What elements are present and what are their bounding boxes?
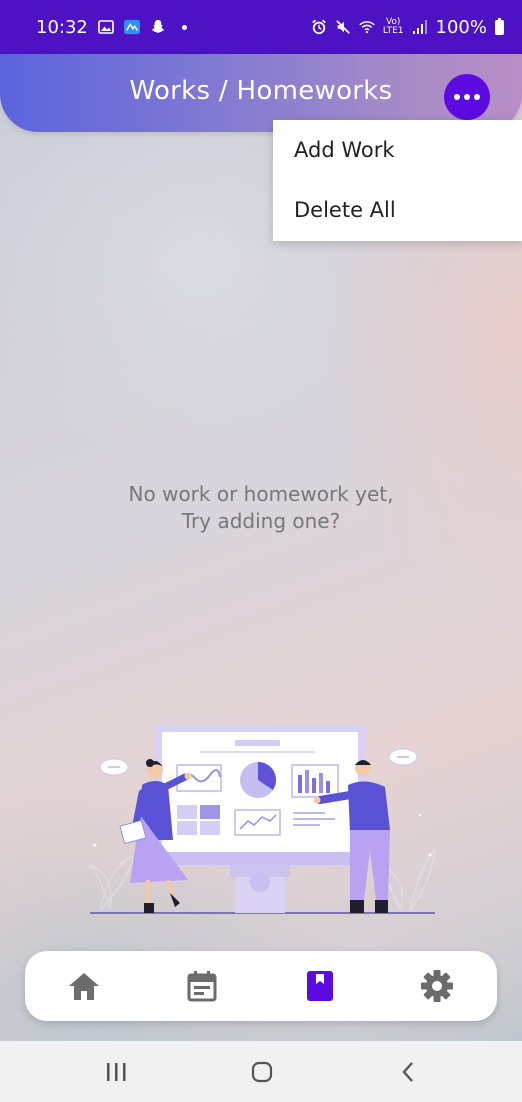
signal-icon (412, 19, 428, 35)
empty-state-line1: No work or homework yet, (128, 482, 394, 506)
nav-works[interactable] (302, 968, 338, 1004)
nav-home[interactable] (66, 968, 102, 1004)
settings-gear-icon (421, 970, 453, 1002)
alarm-icon (311, 19, 327, 35)
wifi-icon (359, 19, 375, 35)
back-button[interactable] (396, 1059, 420, 1085)
more-horizontal-icon (454, 94, 460, 100)
dot-icon (181, 24, 187, 30)
volte-lte1-icon: Vo) LTE1 (382, 17, 404, 36)
empty-state-message: No work or homework yet, Try adding one? (0, 481, 522, 535)
status-time: 10:32 (36, 16, 88, 38)
home-icon (69, 973, 99, 1000)
options-menu: Add Work Delete All (273, 120, 522, 241)
more-options-button[interactable] (444, 74, 490, 120)
nav-calendar[interactable] (184, 968, 220, 1004)
menu-item-add-work[interactable]: Add Work (273, 120, 522, 180)
presentation-illustration (89, 725, 437, 914)
recent-apps-icon (107, 1063, 126, 1081)
battery-icon (495, 17, 504, 35)
home-circle-icon (251, 1061, 273, 1083)
system-navigation-bar (0, 1041, 522, 1102)
calendar-icon (187, 971, 217, 1002)
back-chevron-icon (402, 1062, 413, 1082)
recent-apps-button[interactable] (104, 1059, 128, 1085)
nav-settings[interactable] (419, 968, 455, 1004)
snapchat-icon (150, 19, 166, 35)
empty-state-line2: Try adding one? (181, 509, 341, 533)
bottom-navigation (25, 951, 497, 1021)
mute-icon (335, 19, 351, 35)
menu-item-delete-all[interactable]: Delete All (273, 180, 522, 240)
status-bar: 10:32 Vo) LTE1 100% (0, 0, 522, 54)
home-system-button[interactable] (250, 1059, 274, 1085)
battery-text: 100% (435, 16, 487, 38)
gallery-icon (98, 19, 114, 35)
book-icon (307, 971, 333, 1001)
app-icon (123, 19, 140, 35)
